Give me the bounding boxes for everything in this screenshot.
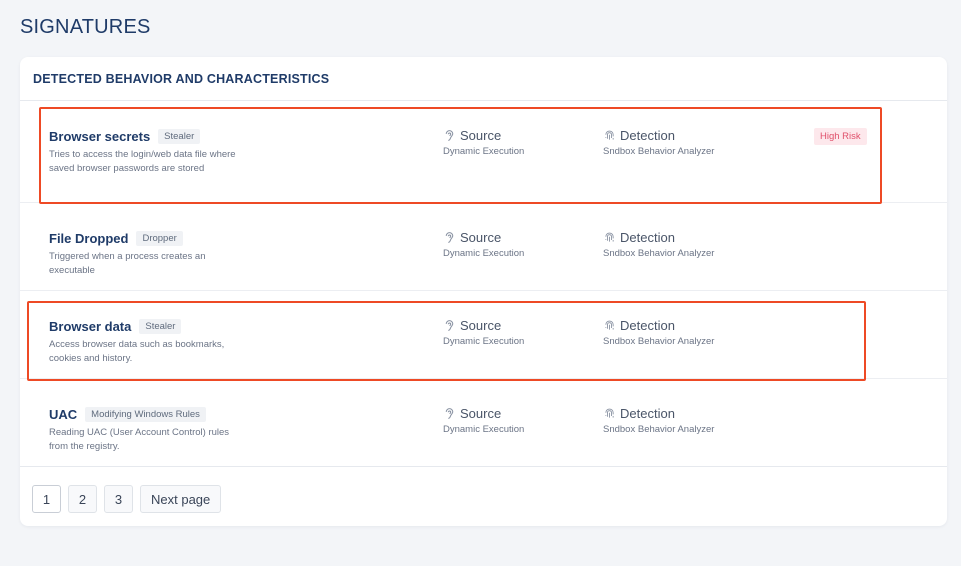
- signature-title: Browser secrets: [49, 129, 151, 144]
- detection-value: Sndbox Behavior Analyzer: [603, 424, 715, 435]
- detection-value: Sndbox Behavior Analyzer: [603, 146, 715, 157]
- signature-tag: Modifying Windows Rules: [85, 407, 206, 422]
- page-button-2[interactable]: 2: [68, 485, 97, 513]
- signature-title: UAC: [49, 407, 78, 422]
- signature-title: Browser data: [49, 319, 132, 334]
- next-page-button[interactable]: Next page: [140, 485, 222, 513]
- risk-badge: High Risk: [814, 128, 867, 145]
- signature-description: Access browser data such as bookmarks, c…: [49, 339, 225, 364]
- signature-description: Triggered when a process creates an exec…: [49, 251, 206, 276]
- source-info: Source Dynamic Execution: [443, 318, 524, 347]
- detection-info: Detection Sndbox Behavior Analyzer: [603, 406, 714, 435]
- ear-icon: [445, 320, 454, 331]
- detection-value: Sndbox Behavior Analyzer: [603, 248, 715, 259]
- detection-label: Detection: [620, 318, 675, 333]
- source-info: Source Dynamic Execution: [443, 230, 524, 259]
- fingerprint-icon: [605, 232, 614, 242]
- source-info: Source Dynamic Execution: [443, 128, 524, 157]
- ear-icon: [445, 232, 454, 243]
- page-button-1[interactable]: 1: [32, 485, 61, 513]
- source-label: Source: [460, 128, 502, 143]
- signature-description: Reading UAC (User Account Control) rules…: [49, 427, 230, 452]
- detection-info: Detection Sndbox Behavior Analyzer: [603, 230, 714, 259]
- detection-label: Detection: [620, 128, 675, 143]
- source-value: Dynamic Execution: [443, 336, 525, 347]
- signature-list: Browser secrets Stealer Tries to access …: [20, 101, 947, 467]
- source-value: Dynamic Execution: [443, 248, 525, 259]
- source-value: Dynamic Execution: [443, 424, 525, 435]
- signature-row[interactable]: Browser secrets Stealer Tries to access …: [20, 101, 947, 203]
- page-button-3[interactable]: 3: [104, 485, 133, 513]
- source-label: Source: [460, 230, 502, 245]
- source-value: Dynamic Execution: [443, 146, 525, 157]
- signature-tag: Dropper: [136, 231, 183, 246]
- fingerprint-icon: [605, 408, 614, 418]
- detection-info: Detection Sndbox Behavior Analyzer: [603, 128, 714, 157]
- page-title: SIGNATURES: [20, 16, 151, 38]
- ear-icon: [445, 408, 454, 419]
- signature-tag: Stealer: [139, 319, 182, 334]
- fingerprint-icon: [605, 130, 614, 140]
- pagination: 1 2 3 Next page: [32, 485, 222, 513]
- detection-label: Detection: [620, 406, 675, 421]
- card-header: DETECTED BEHAVIOR AND CHARACTERISTICS: [20, 57, 947, 101]
- signature-title: File Dropped: [49, 231, 129, 246]
- source-info: Source Dynamic Execution: [443, 406, 524, 435]
- signature-tag: Stealer: [158, 129, 201, 144]
- source-label: Source: [460, 318, 502, 333]
- detection-value: Sndbox Behavior Analyzer: [603, 336, 715, 347]
- signature-description: Tries to access the login/web data file …: [49, 149, 236, 174]
- ear-icon: [445, 130, 454, 141]
- fingerprint-icon: [605, 320, 614, 330]
- signature-row[interactable]: UAC Modifying Windows Rules Reading UAC …: [20, 379, 947, 467]
- signature-row[interactable]: File Dropped Dropper Triggered when a pr…: [20, 203, 947, 291]
- signature-row[interactable]: Browser data Stealer Access browser data…: [20, 291, 947, 379]
- signatures-card: DETECTED BEHAVIOR AND CHARACTERISTICS Br…: [20, 57, 947, 526]
- detection-info: Detection Sndbox Behavior Analyzer: [603, 318, 714, 347]
- source-label: Source: [460, 406, 502, 421]
- detection-label: Detection: [620, 230, 675, 245]
